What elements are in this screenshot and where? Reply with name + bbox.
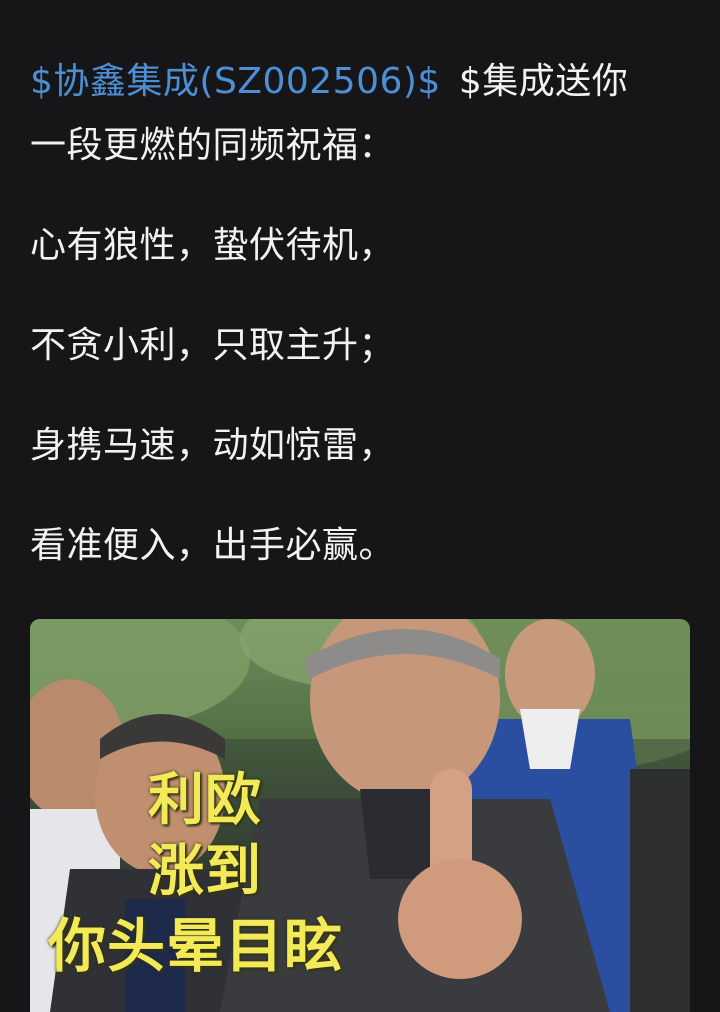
verse-line-3: 身携马速，动如惊雷， (30, 425, 396, 466)
caption-line-1: 利欧 (148, 768, 262, 833)
caption-line-2: 涨到 (148, 839, 262, 904)
stock-tag-link[interactable]: $协鑫集成(SZ002506)$ (30, 61, 441, 102)
post-intro-line: 一段更燃的同频祝福： (30, 125, 396, 166)
post-text: $协鑫集成(SZ002506)$ $集成送你 一段更燃的同频祝福： 心有狼性，蛰伏… (30, 58, 700, 570)
verse-line-2: 不贪小利，只取主升； (30, 325, 396, 366)
post-image[interactable]: 利欧 涨到 你头晕目眩 (30, 619, 690, 1012)
topic-tag-text: $集成送你 (458, 61, 629, 102)
post-container: $协鑫集成(SZ002506)$ $集成送你 一段更燃的同频祝福： 心有狼性，蛰伏… (0, 0, 720, 1012)
verse-line-1: 心有狼性，蛰伏待机， (30, 225, 396, 266)
caption-line-3: 你头晕目眩 (48, 912, 344, 980)
verse-line-4: 看准便入，出手必赢。 (30, 525, 396, 566)
post-first-line: $协鑫集成(SZ002506)$ $集成送你 (30, 58, 700, 106)
